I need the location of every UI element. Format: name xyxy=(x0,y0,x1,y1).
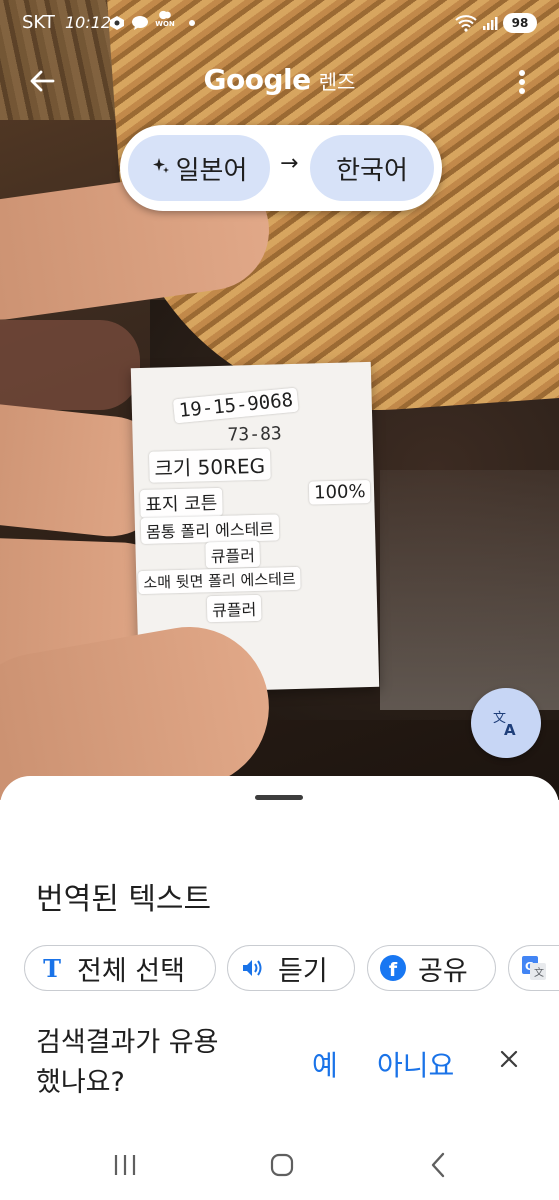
tag-text-line1[interactable]: 19-15-9068 xyxy=(172,387,300,424)
finger-shadow xyxy=(0,320,140,410)
chat-bubble-icon xyxy=(131,14,149,32)
nav-home-button[interactable] xyxy=(262,1148,302,1182)
drag-handle[interactable] xyxy=(255,795,303,800)
dot-icon xyxy=(183,14,201,32)
target-language-button[interactable]: 한국어 xyxy=(310,135,434,201)
app-notification-icon xyxy=(108,14,126,32)
tag-text-line2[interactable]: 73-83 xyxy=(222,422,287,447)
feedback-dismiss-button[interactable] xyxy=(494,1044,524,1074)
google-translate-button[interactable]: G文 xyxy=(508,945,559,991)
system-nav-bar xyxy=(0,1130,559,1200)
speaker-icon xyxy=(240,955,266,981)
lens-label: 렌즈 xyxy=(318,70,356,94)
target-language-label: 한국어 xyxy=(336,155,408,186)
tag-text-percent[interactable]: 100% xyxy=(308,479,371,505)
source-language-button[interactable]: 일본어 xyxy=(128,135,270,201)
translate-fab[interactable]: 文 A xyxy=(471,688,541,758)
svg-text:文: 文 xyxy=(534,966,544,979)
nav-recents-button[interactable] xyxy=(105,1148,145,1182)
top-app-bar: Google 렌즈 xyxy=(0,55,559,107)
back-icon xyxy=(431,1152,445,1178)
tag-text-size[interactable]: 크기 50REG xyxy=(148,448,271,483)
signal-icon xyxy=(481,14,499,32)
select-all-label: 전체 선택 xyxy=(77,955,185,987)
feedback-yes-button[interactable]: 예 xyxy=(312,1044,338,1084)
close-icon xyxy=(500,1050,518,1068)
carrier-label: SKT xyxy=(22,12,55,33)
won-label: WON xyxy=(155,20,175,28)
won-app-icon: WON xyxy=(155,10,175,28)
google-logo: Google xyxy=(203,63,312,96)
tag-text-sleeve-2[interactable]: 큐플러 xyxy=(206,594,262,623)
text-t-icon: T xyxy=(43,953,61,983)
feedback-question: 검색결과가 유용했나요? xyxy=(36,1027,219,1098)
sheet-title: 번역된 텍스트 xyxy=(36,882,212,917)
select-all-button[interactable]: T 전체 선택 xyxy=(24,945,216,991)
recents-icon xyxy=(114,1155,136,1175)
svg-text:A: A xyxy=(504,721,516,738)
battery-icon: 98 xyxy=(503,13,537,33)
camera-preview: 19-15-9068 73-83 크기 50REG 표지 코튼 100% 몸통 … xyxy=(0,0,559,800)
listen-label: 듣기 xyxy=(278,955,328,987)
lining-highlight xyxy=(380,470,559,710)
more-options-button[interactable] xyxy=(507,65,537,99)
tag-text-face[interactable]: 표지 코튼 xyxy=(139,487,223,518)
google-translate-icon: G文 xyxy=(521,955,547,981)
listen-button[interactable]: 듣기 xyxy=(227,945,355,991)
tag-text-body-2[interactable]: 큐플러 xyxy=(205,540,261,569)
facebook-icon: f xyxy=(380,955,406,981)
status-bar: SKT 10:12 WON 98 xyxy=(0,0,559,50)
wifi-icon xyxy=(455,14,477,32)
home-icon xyxy=(270,1153,294,1177)
translate-icon: 文 A xyxy=(493,711,516,738)
source-language-label: 일본어 xyxy=(175,155,248,186)
language-arrow: → xyxy=(280,151,299,176)
tag-text-body[interactable]: 몸통 폴리 에스테르 xyxy=(140,514,280,544)
action-chips-row[interactable]: T 전체 선택 듣기 f 공유 G文 xyxy=(24,945,559,993)
tag-text-sleeve[interactable]: 소매 뒷면 폴리 에스테르 xyxy=(138,566,301,595)
language-selector: 일본어 → 한국어 xyxy=(120,125,442,211)
clock: 10:12 xyxy=(65,13,112,32)
nav-back-button[interactable] xyxy=(418,1148,458,1182)
feedback-no-button[interactable]: 아니요 xyxy=(377,1044,454,1084)
app-title: Google 렌즈 xyxy=(0,63,559,96)
share-button[interactable]: f 공유 xyxy=(367,945,496,991)
sparkle-icon xyxy=(151,156,171,181)
more-vert-icon xyxy=(519,70,525,94)
share-label: 공유 xyxy=(418,955,468,987)
